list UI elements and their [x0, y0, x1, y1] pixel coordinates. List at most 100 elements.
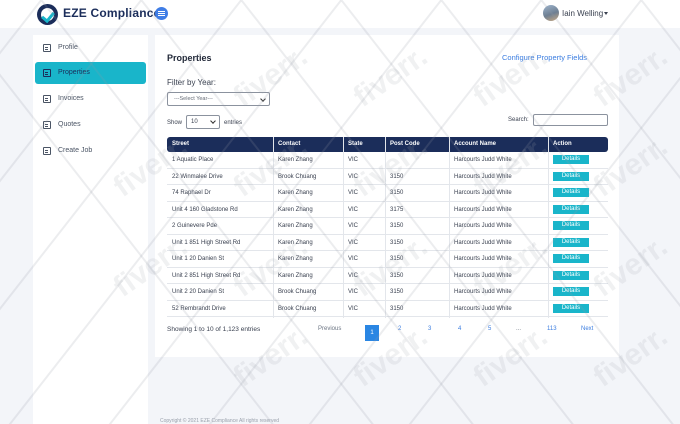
sidebar-item-create-job[interactable]: Create Job: [35, 140, 146, 162]
cell-account-name: Harcourts Judd White: [454, 206, 512, 213]
column-header-state[interactable]: State: [348, 141, 363, 147]
column-divider: [449, 137, 450, 318]
cell-street: 74 Raphael Dr: [172, 190, 211, 196]
configure-property-fields-link[interactable]: Configure Property Fields: [502, 53, 587, 62]
search-input[interactable]: [533, 114, 608, 126]
cell-state: VIC: [348, 173, 359, 180]
cell-account-name: Harcourts Judd White: [454, 272, 512, 279]
sidebar-item-properties[interactable]: Properties: [35, 62, 146, 84]
sidebar-item-label: Profile: [58, 44, 78, 51]
details-button[interactable]: Details: [553, 188, 589, 197]
cell-contact: Brook Chuang: [278, 173, 317, 180]
sidebar-item-quotes[interactable]: Quotes: [35, 114, 146, 136]
sidebar-item-label: Quotes: [58, 121, 81, 128]
column-header-contact[interactable]: Contact: [278, 141, 300, 147]
show-label: Show: [167, 120, 183, 126]
column-header-action: Action: [553, 141, 572, 147]
details-button[interactable]: Details: [553, 287, 589, 296]
details-button[interactable]: Details: [553, 171, 589, 181]
cell-account-name: Harcourts Judd White: [454, 305, 512, 312]
cell-state: VIC: [348, 157, 359, 163]
column-header-account-name[interactable]: Account Name: [454, 141, 496, 147]
brand-name[interactable]: EZE Compliance: [63, 6, 161, 20]
table-row: Unit 2 20 Danien St Brook Chuang VIC 3150 Ha…: [167, 284, 608, 301]
table-row: Unit 2 851 High Street Rd Karen Zhang VIC 3…: [167, 268, 608, 284]
pagination-page-5[interactable]: 5: [488, 326, 491, 332]
user-card-icon: [43, 44, 51, 52]
cell-street: 52 Rembrandt Drive: [172, 305, 226, 312]
column-divider: [548, 137, 549, 318]
cell-street: Unit 1 20 Danien St: [172, 256, 225, 262]
entries-label: entries: [224, 120, 243, 126]
details-button[interactable]: Details: [553, 270, 589, 280]
cell-street: Unit 1 851 High Street Rd: [172, 239, 241, 246]
cell-contact: Karen Zhang: [278, 256, 313, 262]
pagination-page-2[interactable]: 2: [398, 326, 401, 332]
cell-state: VIC: [348, 190, 359, 196]
cell-post-code: 3150: [390, 190, 404, 196]
cell-contact: Brook Chuang: [278, 289, 317, 295]
pagination-page-3[interactable]: 3: [428, 326, 431, 332]
eze-logo-icon[interactable]: [37, 4, 58, 25]
pagination-page-113[interactable]: 113: [547, 326, 557, 332]
cell-state: VIC: [348, 256, 359, 262]
pagination-next[interactable]: Next: [581, 326, 593, 332]
cell-account-name: Harcourts Judd White: [454, 157, 512, 163]
table-row: 2 Guinevere Pde Karen Zhang VIC 3150 Harcour…: [167, 218, 608, 235]
cell-post-code: 3150: [390, 239, 404, 246]
cell-contact: Karen Zhang: [278, 190, 313, 196]
sidebar-item-label: Create Job: [58, 147, 93, 154]
pagination-page-1[interactable]: 1: [365, 325, 379, 341]
cell-account-name: Harcourts Judd White: [454, 190, 512, 196]
chevron-down-icon[interactable]: [604, 12, 608, 15]
cell-street: Unit 2 851 High Street Rd: [172, 272, 241, 279]
cell-contact: Karen Zhang: [278, 223, 313, 229]
watermark-line: [640, 0, 680, 424]
filter-label: Filter by Year:: [167, 78, 216, 87]
create-job-icon: [43, 147, 51, 155]
details-button[interactable]: Details: [553, 204, 589, 214]
sidebar-item-profile[interactable]: Profile: [35, 37, 146, 59]
cell-contact: Karen Zhang: [278, 272, 313, 279]
cell-street: 2 Guinevere Pde: [172, 223, 218, 229]
cell-account-name: Harcourts Judd White: [454, 173, 512, 180]
cell-state: VIC: [348, 289, 359, 295]
table-row: 1 Aquatic Place Karen Zhang VIC Harcourts J…: [167, 152, 608, 169]
pagination-page-4[interactable]: 4: [458, 326, 461, 332]
invoice-icon: [43, 95, 51, 103]
cell-post-code: 3150: [390, 173, 404, 180]
cell-account-name: Harcourts Judd White: [454, 239, 512, 246]
footer-copyright: Copyright © 2021 EZE Compliance All righ…: [160, 418, 280, 424]
cell-post-code: 3150: [390, 272, 404, 279]
properties-card: Properties Configure Property Fields Fil…: [155, 35, 619, 357]
cell-contact: Karen Zhang: [278, 157, 313, 163]
details-button[interactable]: Details: [553, 155, 589, 164]
cell-state: VIC: [348, 206, 359, 213]
table-header: Street Contact State Post Code Account N…: [167, 137, 608, 152]
pagination-ellipsis: ...: [516, 326, 522, 332]
menu-toggle-button[interactable]: [155, 7, 168, 20]
column-divider: [273, 137, 274, 318]
year-select[interactable]: ---Select Year---: [167, 92, 270, 106]
table-row: 74 Raphael Dr Karen Zhang VIC 3150 Harcourts…: [167, 185, 608, 202]
avatar[interactable]: [543, 5, 559, 21]
page-length-select[interactable]: 10: [186, 115, 220, 129]
column-divider: [385, 137, 386, 318]
cell-state: VIC: [348, 272, 359, 279]
cell-state: VIC: [348, 223, 359, 229]
cell-post-code: 3175: [390, 206, 404, 213]
details-button[interactable]: Details: [553, 237, 589, 247]
column-header-post-code[interactable]: Post Code: [390, 141, 420, 147]
cell-street: 1 Aquatic Place: [172, 157, 214, 163]
showing-entries-text: Showing 1 to 10 of 1,123 entries: [167, 326, 261, 333]
pagination-previous[interactable]: Previous: [318, 326, 341, 332]
sidebar-item-invoices[interactable]: Invoices: [35, 88, 146, 110]
column-header-street[interactable]: Street: [172, 141, 189, 147]
user-menu[interactable]: Iain Welling: [562, 9, 603, 18]
details-button[interactable]: Details: [553, 303, 589, 313]
details-button[interactable]: Details: [553, 221, 589, 230]
cell-post-code: 3150: [390, 223, 404, 229]
cell-state: VIC: [348, 239, 359, 246]
details-button[interactable]: Details: [553, 254, 589, 263]
cell-post-code: 3150: [390, 256, 404, 262]
